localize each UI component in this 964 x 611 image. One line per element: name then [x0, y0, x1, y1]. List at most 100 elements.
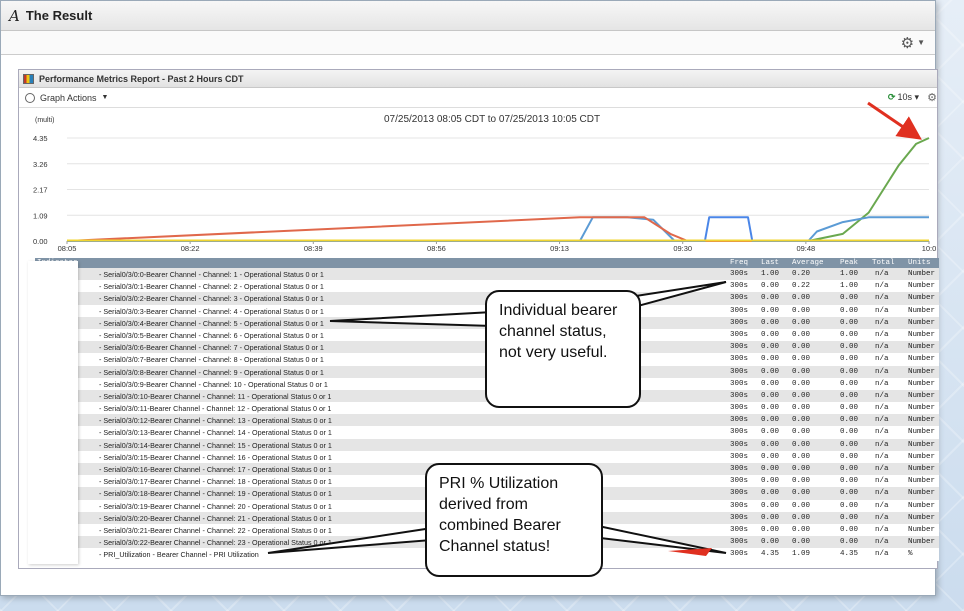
callout-text: PRI % Utilization derived from combined … — [439, 475, 561, 555]
units-value: Number — [908, 440, 936, 449]
table-row[interactable]: - Serial0/3/0:11-Bearer Channel - Channe… — [35, 402, 939, 415]
total-value: n/a — [875, 465, 889, 473]
units-value: Number — [908, 367, 936, 376]
x-tick-label: 09:48 — [796, 244, 815, 253]
units-value: Number — [908, 465, 936, 473]
last-value: 0.00 — [761, 330, 780, 339]
last-value: 0.00 — [761, 513, 780, 522]
table-row[interactable]: - Serial0/3/0:13-Bearer Channel - Channe… — [35, 426, 939, 439]
average-value: 0.00 — [792, 404, 811, 413]
header-units[interactable]: Units — [908, 258, 931, 268]
graph-actions-button[interactable]: Graph Actions — [40, 93, 97, 103]
last-value: 0.00 — [761, 391, 780, 400]
freq-value: 300s — [730, 355, 749, 364]
last-value: 0.00 — [761, 306, 780, 315]
indicator-name: - Serial0/3/0:16-Bearer Channel - Channe… — [99, 465, 332, 474]
last-value: 0.00 — [761, 367, 780, 376]
callout-pri-utilization: PRI % Utilization derived from combined … — [425, 463, 603, 577]
indicator-name: - Serial0/3/0:15-Bearer Channel - Channe… — [99, 452, 332, 462]
peak-value: 0.00 — [840, 404, 859, 413]
last-value: 0.00 — [761, 294, 780, 303]
last-value: 0.00 — [761, 440, 780, 449]
peak-value: 0.00 — [840, 318, 859, 327]
chart-area: (multi) 07/25/2013 08:05 CDT to 07/25/20… — [19, 108, 939, 258]
peak-value: 0.00 — [840, 343, 859, 352]
window-title: The Result — [25, 8, 93, 23]
units-value: Number — [908, 330, 936, 339]
last-value: 0.00 — [761, 489, 780, 498]
units-value: Number — [908, 513, 936, 522]
average-value: 0.00 — [792, 501, 811, 510]
gear-icon[interactable]: ⚙ — [901, 34, 914, 52]
freq-value: 300s — [730, 270, 749, 278]
indicator-name: - Serial0/3/0:2-Bearer Channel - Channel… — [99, 294, 324, 304]
freq-value: 300s — [730, 501, 749, 510]
units-value: Number — [908, 452, 936, 461]
chart-title: 07/25/2013 08:05 CDT to 07/25/2013 10:05… — [384, 114, 601, 125]
indicator-name: - Serial0/3/0:14-Bearer Channel - Channe… — [99, 440, 332, 450]
graph-actions-icon[interactable] — [25, 92, 35, 103]
freq-value: 300s — [730, 391, 749, 400]
peak-value: 0.00 — [840, 465, 859, 473]
units-value: Number — [908, 318, 936, 327]
indicator-name: - Serial0/3/0:6-Bearer Channel - Channel… — [99, 343, 324, 353]
last-value: 0.00 — [761, 501, 780, 510]
window-title-bar: A The Result — [1, 1, 935, 31]
table-header: Indicator Freq Last Average Peak Total U… — [35, 258, 939, 268]
indicator-name: - Serial0/3/0:5-Bearer Channel - Channel… — [99, 330, 324, 340]
average-value: 0.00 — [792, 367, 811, 376]
y-tick-label: 1.09 — [33, 211, 48, 220]
header-average[interactable]: Average — [792, 258, 824, 268]
freq-value: 300s — [730, 477, 749, 486]
freq-value: 300s — [730, 538, 749, 547]
header-total[interactable]: Total — [872, 258, 895, 268]
indicator-name: - Serial0/3/0:3-Bearer Channel - Channel… — [99, 306, 324, 316]
chevron-down-icon[interactable]: ▼ — [917, 38, 925, 47]
units-value: Number — [908, 416, 936, 425]
indicator-name: - PRI_Utilization - Bearer Channel - PRI… — [99, 550, 259, 560]
callout-individual-status: Individual bearer channel status, not ve… — [485, 290, 641, 408]
total-value: n/a — [875, 477, 889, 486]
last-value: 0.00 — [761, 404, 780, 413]
indicator-name: - Serial0/3/0:18-Bearer Channel - Channe… — [99, 489, 332, 499]
y-tick-label: 2.17 — [33, 186, 48, 195]
refresh-interval-select[interactable]: ⟳ 10s ▾ — [888, 92, 919, 103]
report-icon — [23, 73, 34, 84]
average-value: 0.00 — [792, 452, 811, 461]
freq-value: 300s — [730, 379, 749, 388]
indicator-name: - Serial0/3/0:8-Bearer Channel - Channel… — [99, 367, 324, 377]
average-value: 1.09 — [792, 550, 811, 559]
panel-title: Performance Metrics Report - Past 2 Hour… — [39, 73, 244, 84]
x-tick-label: 09:30 — [673, 244, 692, 253]
header-peak[interactable]: Peak — [840, 258, 858, 268]
units-value: Number — [908, 489, 936, 498]
peak-value: 0.00 — [840, 294, 859, 303]
units-value: Number — [908, 538, 936, 547]
table-row[interactable]: - Serial0/3/0:0-Bearer Channel - Channel… — [35, 268, 939, 281]
units-value: % — [908, 550, 913, 559]
header-last[interactable]: Last — [761, 258, 779, 268]
peak-value: 1.00 — [840, 282, 859, 291]
last-value: 0.00 — [761, 416, 780, 425]
average-value: 0.00 — [792, 428, 811, 437]
average-value: 0.00 — [792, 513, 811, 522]
peak-value: 0.00 — [840, 538, 859, 547]
y-axis-label: (multi) — [35, 117, 55, 124]
chevron-down-icon[interactable]: ▼ — [102, 94, 109, 101]
average-value: 0.00 — [792, 330, 811, 339]
peak-value: 0.00 — [840, 391, 859, 400]
gear-icon[interactable]: ⚙ — [927, 91, 937, 104]
table-row[interactable]: - Serial0/3/0:12-Bearer Channel - Channe… — [35, 414, 939, 427]
y-tick-label: 3.26 — [33, 160, 48, 169]
table-row[interactable]: - Serial0/3/0:14-Bearer Channel - Channe… — [35, 438, 939, 451]
average-value: 0.00 — [792, 465, 811, 473]
table-row[interactable]: - Serial0/3/0:1-Bearer Channel - Channel… — [35, 280, 939, 293]
average-value: 0.20 — [792, 270, 811, 278]
total-value: n/a — [875, 282, 889, 291]
header-freq[interactable]: Freq — [730, 258, 748, 268]
table-row[interactable]: - Serial0/3/0:15-Bearer Channel - Channe… — [35, 450, 939, 463]
average-value: 0.00 — [792, 355, 811, 364]
units-value: Number — [908, 404, 936, 413]
total-value: n/a — [875, 513, 889, 522]
total-value: n/a — [875, 379, 889, 388]
